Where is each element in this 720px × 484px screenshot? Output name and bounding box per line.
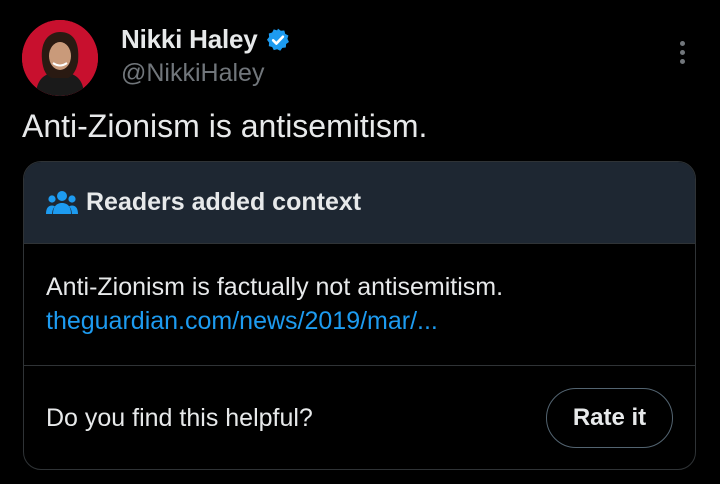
community-note-body: Anti-Zionism is factually not antisemiti…: [24, 244, 695, 366]
author-display-name[interactable]: Nikki Haley: [121, 24, 258, 55]
author-name-row: Nikki Haley: [121, 24, 291, 55]
rate-it-button[interactable]: Rate it: [546, 388, 673, 448]
verified-badge-icon: [266, 28, 289, 51]
avatar[interactable]: [22, 20, 98, 96]
helpful-row: Do you find this helpful? Rate it: [24, 366, 695, 469]
people-icon: [46, 190, 78, 214]
community-note-card: Readers added context Anti-Zionism is fa…: [23, 161, 696, 470]
post-text: Anti-Zionism is antisemitism.: [22, 108, 428, 144]
more-options-icon[interactable]: [670, 36, 694, 68]
author-handle[interactable]: @NikkiHaley: [121, 59, 264, 88]
community-note-text: Anti-Zionism is factually not antisemiti…: [46, 273, 504, 301]
profile-photo-icon: [22, 20, 98, 96]
community-note-source-link[interactable]: theguardian.com/news/2019/mar/...: [46, 304, 673, 338]
helpful-prompt: Do you find this helpful?: [46, 403, 313, 432]
community-note-header: Readers added context: [24, 162, 695, 244]
community-note-title: Readers added context: [86, 188, 362, 216]
